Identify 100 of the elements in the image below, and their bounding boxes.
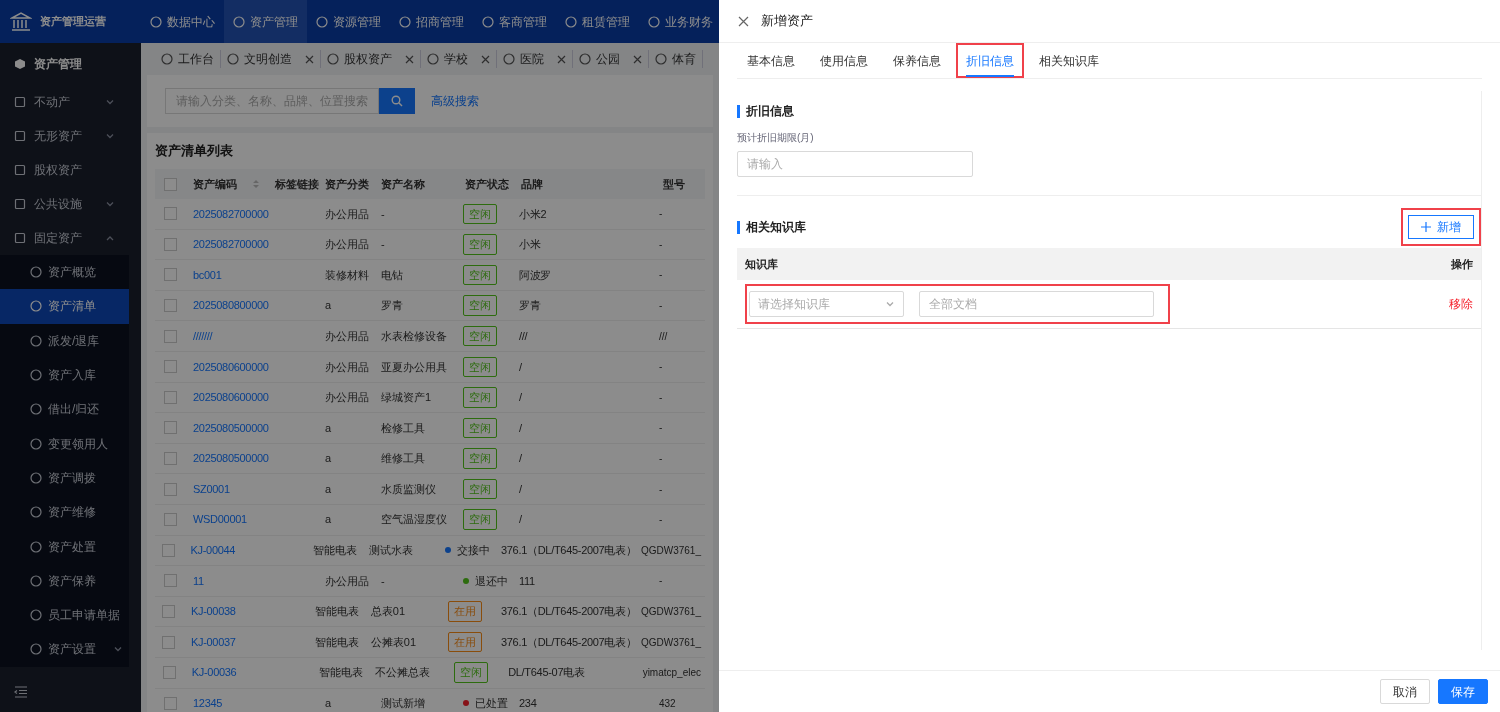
checkbox[interactable]	[163, 177, 177, 191]
asset-code-link[interactable]: WSD00001	[185, 511, 267, 528]
nav-item[interactable]: 资产管理	[224, 0, 307, 43]
circle-icon	[30, 471, 42, 484]
checkbox[interactable]	[163, 237, 177, 251]
checkbox[interactable]	[162, 666, 176, 680]
sidebar-item[interactable]: 资产入库	[0, 357, 129, 393]
nav-item[interactable]: 资源管理	[307, 0, 390, 43]
form-tab[interactable]: 折旧信息	[956, 43, 1024, 78]
asset-code-link[interactable]: 2025080600000	[185, 358, 267, 375]
square-icon	[14, 164, 26, 176]
sidebar-item[interactable]: 公共设施	[0, 187, 129, 221]
circle-icon	[30, 609, 42, 622]
sidebar-item[interactable]: 无形资产	[0, 119, 129, 153]
page-tab[interactable]: 医院	[497, 50, 573, 68]
sidebar-item[interactable]: 员工申请单据	[0, 597, 129, 633]
table-cell-text: 智能电表	[313, 634, 360, 650]
checkbox[interactable]	[163, 360, 177, 374]
sidebar-item[interactable]: 借出/归还	[0, 392, 129, 427]
sidebar-item[interactable]: 固定资产	[0, 221, 129, 255]
checkbox[interactable]	[162, 635, 176, 649]
table-cell-text: 111	[518, 573, 536, 589]
asset-code-link[interactable]: 2025080500000	[185, 450, 267, 467]
asset-code-link[interactable]: 2025080800000	[185, 297, 267, 314]
remove-link[interactable]: 移除	[1449, 295, 1473, 313]
table-cell-text: /	[518, 451, 523, 467]
input-field[interactable]: 全部文档	[919, 291, 1154, 317]
sidebar-item[interactable]: 资产保养	[0, 563, 129, 598]
sidebar-item[interactable]: 不动产	[0, 85, 129, 119]
save-button[interactable]: 保存	[1438, 679, 1488, 704]
page-tab[interactable]: 公园	[573, 50, 649, 68]
asset-code-link[interactable]: 2025082700000	[185, 205, 267, 223]
checkbox[interactable]	[163, 482, 177, 496]
sidebar-item[interactable]: 变更领用人	[0, 426, 129, 461]
asset-code-link[interactable]: 2025080500000	[185, 419, 267, 437]
table-cell-text: 办公用品	[324, 328, 370, 344]
nav-item[interactable]: 业务财务	[639, 0, 722, 43]
plus-icon	[1421, 222, 1431, 232]
sidebar-item[interactable]: 股权资产	[0, 153, 129, 187]
asset-code-link[interactable]: KJ-00044	[182, 542, 259, 559]
asset-code-link[interactable]: 11	[185, 572, 267, 590]
checkbox[interactable]	[163, 421, 177, 435]
sidebar-item[interactable]: 资产处置	[0, 529, 129, 564]
circle-icon	[565, 15, 577, 28]
close-button[interactable]	[738, 15, 749, 27]
nav-item[interactable]: 租赁管理	[556, 0, 639, 43]
advanced-search-link[interactable]: 高级搜索	[431, 92, 479, 110]
nav-item[interactable]: 客商管理	[473, 0, 556, 43]
sidebar-item[interactable]: 派发/退库	[0, 323, 129, 358]
checkbox[interactable]	[163, 207, 177, 221]
form-tab[interactable]: 相关知识库	[1029, 43, 1109, 78]
page-tab[interactable]: 工作台	[155, 50, 221, 68]
sidebar-item[interactable]: 资产调拨	[0, 460, 129, 496]
table-cell-text: -	[658, 452, 664, 467]
asset-code-link[interactable]: 2025082700000	[185, 236, 267, 253]
search-button[interactable]	[379, 88, 415, 114]
checkbox[interactable]	[162, 605, 176, 618]
add-button[interactable]: 新增	[1408, 215, 1474, 239]
checkbox[interactable]	[163, 390, 177, 404]
asset-code-link[interactable]: 2025080600000	[185, 389, 267, 406]
asset-code-link[interactable]: KJ-00038	[182, 603, 261, 620]
asset-code-link[interactable]: KJ-00036	[183, 664, 263, 681]
page-tab[interactable]: 体育	[649, 50, 703, 68]
asset-code-link[interactable]: ///////	[185, 327, 267, 345]
form-tab[interactable]: 使用信息	[810, 43, 878, 78]
checkbox[interactable]	[162, 543, 176, 557]
table-cell-text: -	[380, 573, 386, 589]
checkbox[interactable]	[163, 329, 177, 343]
select-field[interactable]: 请选择知识库	[749, 291, 904, 317]
asset-code-link[interactable]: bc001	[185, 266, 267, 284]
nav-item[interactable]: 招商管理	[390, 0, 473, 43]
asset-code-link[interactable]: SZ0001	[185, 480, 267, 498]
sidebar-item[interactable]: 资产概览	[0, 255, 129, 290]
circle-icon	[30, 266, 42, 279]
form-tab[interactable]: 保养信息	[883, 43, 951, 78]
table-cell-text: 亚夏办公用具	[380, 359, 448, 375]
checkbox[interactable]	[163, 696, 177, 710]
checkbox[interactable]	[163, 299, 177, 313]
sidebar-item[interactable]: 资产维修	[0, 495, 129, 530]
circle-icon	[233, 15, 245, 28]
page-tab[interactable]: 学校	[421, 50, 497, 68]
column-header: 标签链接	[274, 176, 317, 192]
asset-code-link[interactable]: 12345	[185, 695, 267, 712]
sidebar-item[interactable]: 资产清单	[0, 289, 129, 324]
table-title: 资产清单列表	[155, 142, 234, 161]
checkbox[interactable]	[163, 452, 177, 466]
asset-code-link[interactable]: KJ-00037	[182, 633, 261, 651]
checkbox[interactable]	[163, 574, 177, 588]
form-tab[interactable]: 基本信息	[737, 43, 805, 78]
chevron-down-icon	[885, 299, 895, 309]
table-cell-text: 公摊表01	[369, 634, 418, 650]
checkbox[interactable]	[163, 513, 177, 527]
table-cell-text: 小米	[518, 237, 542, 253]
cancel-button[interactable]: 取消	[1380, 679, 1430, 704]
checkbox[interactable]	[163, 268, 177, 282]
nav-item[interactable]: 数据中心	[141, 0, 224, 43]
input-field[interactable]: 请输入	[737, 151, 973, 177]
page-tab[interactable]: 股权资产	[321, 50, 421, 68]
page-tab[interactable]: 文明创造	[221, 50, 321, 68]
sidebar-item[interactable]: 资产设置	[0, 632, 129, 667]
